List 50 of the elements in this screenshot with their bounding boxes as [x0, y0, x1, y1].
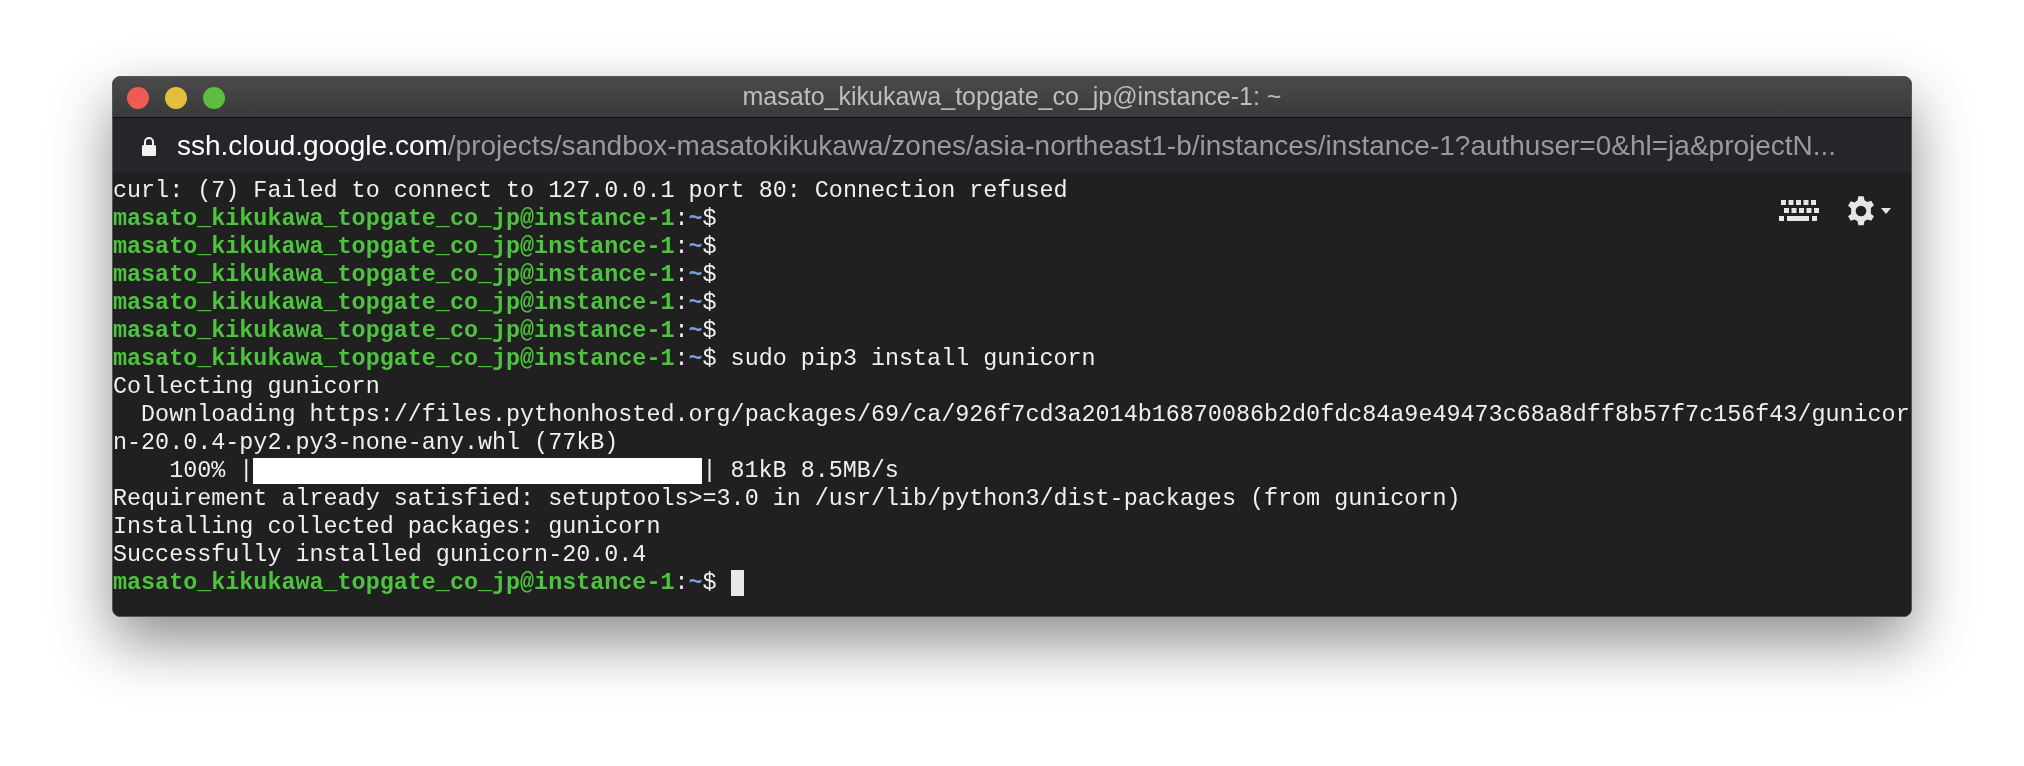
prompt-path: ~	[688, 317, 703, 345]
prompt-separator: :	[674, 345, 689, 373]
prompt-path: ~	[688, 345, 703, 373]
prompt-separator: :	[674, 233, 689, 261]
prompt-path: ~	[688, 205, 703, 233]
lock-icon	[141, 135, 157, 156]
zoom-button[interactable]	[203, 87, 225, 109]
terminal-output-line: Collecting gunicorn	[113, 373, 381, 401]
address-bar[interactable]: ssh.cloud.google.com/projects/sandbox-masatokikukawa/zones/asia-northeast1-b/instances/instance-1?authuser=0&hl=ja&projectN...	[113, 118, 1911, 173]
prompt-separator: :	[674, 289, 689, 317]
text-cursor[interactable]	[730, 570, 744, 596]
prompt-separator: :	[674, 317, 689, 345]
prompt-user-host: masato_kikukawa_topgate_co_jp@instance-1	[113, 261, 675, 289]
prompt-user-host: masato_kikukawa_topgate_co_jp@instance-1	[113, 569, 675, 597]
command-text: sudo pip3 install gunicorn	[730, 345, 1096, 373]
terminal-output-line: n-20.0.4-py2.py3-none-any.whl (77kB)	[113, 429, 620, 457]
url-text: ssh.cloud.google.com/projects/sandbox-masatokikukawa/zones/asia-northeast1-b/instances/instance-1?authuser=0&hl=ja&projectN...	[177, 128, 1837, 163]
prompt-path: ~	[688, 233, 703, 261]
minimize-button[interactable]	[165, 87, 187, 109]
prompt-symbol: $	[702, 569, 717, 597]
terminal-output-line: Successfully installed gunicorn-20.0.4	[113, 541, 648, 569]
terminal-output-line: Requirement already satisfied: setuptools>=3.0 in /usr/lib/python3/dist-packages (from gunicorn)	[113, 485, 1462, 513]
progress-label: 100% |	[168, 457, 254, 485]
window-title: masato_kikukawa_topgate_co_jp@instance-1: ~	[742, 81, 1282, 113]
settings-menu-button[interactable]	[1845, 195, 1891, 227]
prompt-user-host: masato_kikukawa_topgate_co_jp@instance-1	[113, 317, 675, 345]
prompt-user-host: masato_kikukawa_topgate_co_jp@instance-1	[113, 289, 675, 317]
prompt-user-host: masato_kikukawa_topgate_co_jp@instance-1	[113, 205, 675, 233]
prompt-path: ~	[688, 289, 703, 317]
prompt-symbol: $	[702, 261, 717, 289]
keyboard-icon[interactable]	[1779, 199, 1819, 223]
prompt-user-host: masato_kikukawa_topgate_co_jp@instance-1	[113, 345, 675, 373]
prompt-user-host: masato_kikukawa_topgate_co_jp@instance-1	[113, 233, 675, 261]
settings-icon	[1845, 195, 1877, 227]
prompt-symbol: $	[702, 233, 717, 261]
close-button[interactable]	[127, 87, 149, 109]
prompt-separator: :	[674, 569, 689, 597]
caret-icon	[1881, 208, 1891, 214]
terminal-output-line: curl: (7) Failed to connect to 127.0.0.1 port 80: Connection refused	[113, 177, 1069, 205]
terminal-output-line: Installing collected packages: gunicorn	[113, 513, 662, 541]
prompt-separator: :	[674, 261, 689, 289]
prompt-symbol: $	[702, 345, 717, 373]
terminal-output-line: Downloading https://files.pythonhosted.org/packages/69/ca/926f7cd3a2014b16870086b2d0fdc84a9e49473c68a8dff8b57f7c156f43/gunicor	[140, 401, 1911, 429]
prompt-path: ~	[688, 569, 703, 597]
prompt-symbol: $	[702, 205, 717, 233]
prompt-symbol: $	[702, 289, 717, 317]
prompt-symbol: $	[702, 317, 717, 345]
prompt-path: ~	[688, 261, 703, 289]
prompt-separator: :	[674, 205, 689, 233]
progress-stats: | 81kB 8.5MB/s	[702, 457, 899, 485]
